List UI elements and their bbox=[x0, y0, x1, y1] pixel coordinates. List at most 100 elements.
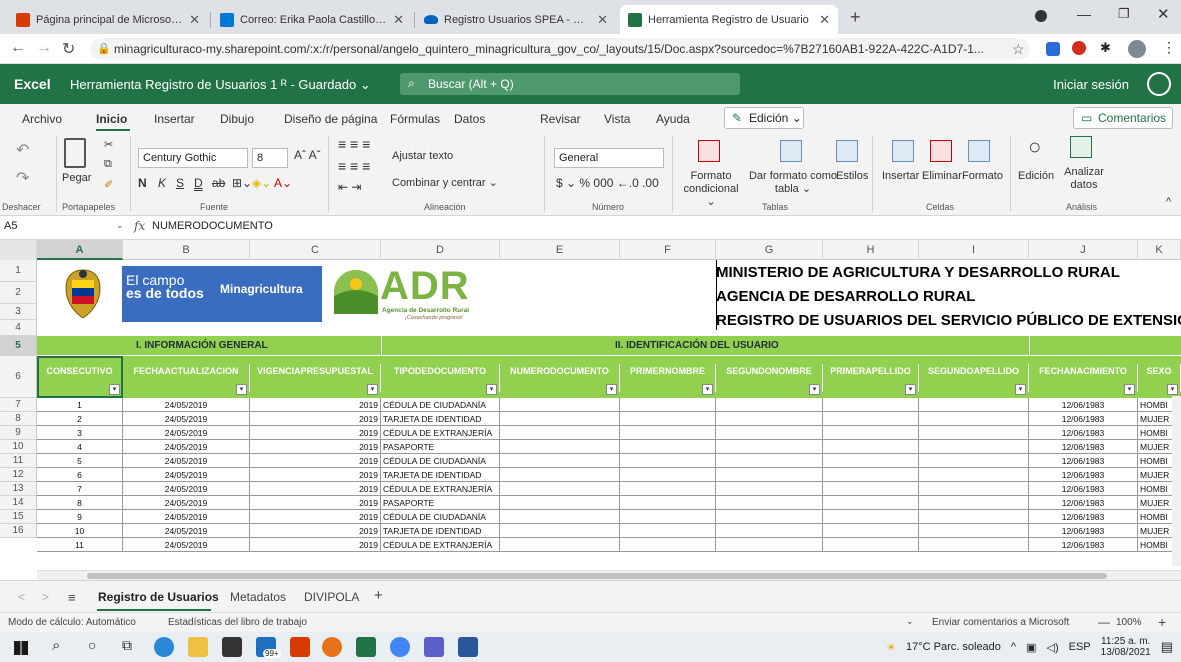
browser-menu-icon[interactable]: ⋮ bbox=[1162, 39, 1176, 56]
table-cell[interactable] bbox=[823, 398, 919, 412]
table-cell[interactable]: 2019 bbox=[250, 482, 381, 496]
firefox-icon[interactable] bbox=[322, 637, 342, 657]
table-cell[interactable]: 7 bbox=[37, 482, 123, 496]
tab-archivo[interactable]: Archivo bbox=[22, 112, 62, 126]
table-cell[interactable] bbox=[716, 412, 823, 426]
table-cell[interactable] bbox=[500, 426, 620, 440]
volume-icon[interactable]: ◁) bbox=[1047, 641, 1059, 654]
indent-icon[interactable]: ⇤ ⇥ bbox=[338, 180, 361, 194]
table-cell[interactable]: 24/05/2019 bbox=[123, 510, 250, 524]
tray-chevron-icon[interactable]: ^ bbox=[1011, 641, 1016, 653]
table-cell[interactable] bbox=[716, 510, 823, 524]
align-left-icon[interactable]: ≡ ≡ ≡ bbox=[338, 158, 370, 174]
table-cell[interactable]: 12/06/1983 bbox=[1029, 412, 1138, 426]
column-header-j[interactable]: J bbox=[1029, 240, 1138, 260]
table-cell[interactable] bbox=[823, 412, 919, 426]
table-cell[interactable]: 1 bbox=[37, 398, 123, 412]
table-cell[interactable] bbox=[919, 524, 1029, 538]
table-cell[interactable]: 2019 bbox=[250, 412, 381, 426]
table-cell[interactable]: TARJETA DE IDENTIDAD bbox=[381, 468, 500, 482]
column-header-d[interactable]: D bbox=[381, 240, 500, 260]
styles-button[interactable]: Estilos bbox=[836, 170, 868, 182]
row-header[interactable]: 11 bbox=[0, 454, 37, 468]
excel-brand[interactable]: Excel bbox=[14, 76, 51, 92]
table-cell[interactable]: 10 bbox=[37, 524, 123, 538]
tab-vista[interactable]: Vista bbox=[604, 112, 630, 126]
new-tab-button[interactable]: + bbox=[850, 7, 861, 28]
table-cell[interactable] bbox=[823, 454, 919, 468]
undo-icon[interactable]: ↶ bbox=[16, 140, 29, 160]
analyze-data-button[interactable]: Analizar datos bbox=[1064, 166, 1104, 192]
table-cell[interactable] bbox=[620, 412, 716, 426]
align-top-icon[interactable]: ≡ ≡ ≡ bbox=[338, 136, 370, 152]
all-sheets-icon[interactable]: ≡ bbox=[68, 590, 76, 605]
reload-icon[interactable]: ↻ bbox=[62, 39, 75, 59]
weather-text[interactable]: 17°C Parc. soleado bbox=[906, 641, 1001, 653]
table-cell[interactable]: 8 bbox=[37, 496, 123, 510]
restore-icon[interactable]: ❐ bbox=[1118, 6, 1130, 22]
word-icon[interactable] bbox=[458, 637, 478, 657]
table-cell[interactable] bbox=[716, 496, 823, 510]
minimize-icon[interactable]: — bbox=[1077, 6, 1091, 22]
filter-dropdown-icon[interactable]: ▾ bbox=[486, 384, 497, 395]
table-cell[interactable]: 12/06/1983 bbox=[1029, 440, 1138, 454]
table-cell[interactable] bbox=[500, 468, 620, 482]
delete-cells-button[interactable]: Eliminar bbox=[922, 170, 962, 182]
filter-dropdown-icon[interactable]: ▾ bbox=[1015, 384, 1026, 395]
table-cell[interactable]: 24/05/2019 bbox=[123, 496, 250, 510]
table-cell[interactable] bbox=[716, 440, 823, 454]
paste-button[interactable]: Pegar bbox=[62, 172, 91, 184]
search-icon[interactable]: ⌕ bbox=[52, 637, 60, 654]
table-cell[interactable] bbox=[919, 468, 1029, 482]
select-all[interactable] bbox=[0, 240, 37, 260]
table-cell[interactable] bbox=[823, 440, 919, 454]
close-icon[interactable]: ✕ bbox=[597, 12, 608, 28]
tab-dibujo[interactable]: Dibujo bbox=[220, 112, 254, 126]
avatar[interactable] bbox=[1128, 40, 1146, 58]
formula-input[interactable]: NUMERODOCUMENTO bbox=[152, 220, 273, 232]
format-painter-icon[interactable]: ✐ bbox=[104, 178, 113, 191]
column-header-c[interactable]: C bbox=[250, 240, 381, 260]
office-extension-icon[interactable] bbox=[1072, 41, 1086, 55]
row-header[interactable]: 7 bbox=[0, 398, 37, 412]
table-cell[interactable]: 24/05/2019 bbox=[123, 440, 250, 454]
table-cell[interactable]: 24/05/2019 bbox=[123, 426, 250, 440]
paste-icon[interactable] bbox=[64, 138, 86, 168]
copy-icon[interactable]: ⧉ bbox=[104, 158, 112, 171]
store-icon[interactable] bbox=[222, 637, 242, 657]
selected-cell-a5[interactable] bbox=[37, 356, 123, 398]
workbook-stats[interactable]: Estadísticas del libro de trabajo bbox=[168, 617, 307, 628]
table-cell[interactable] bbox=[919, 426, 1029, 440]
underline-button[interactable]: S bbox=[176, 176, 184, 190]
star-icon[interactable]: ☆ bbox=[1012, 41, 1025, 58]
table-cell[interactable]: 2019 bbox=[250, 510, 381, 524]
puzzle-icon[interactable]: ✱ bbox=[1100, 40, 1111, 56]
format-cells-button[interactable]: Formato bbox=[962, 170, 1003, 182]
table-cell[interactable] bbox=[500, 496, 620, 510]
table-cell[interactable] bbox=[620, 482, 716, 496]
weather-icon[interactable]: ☀ bbox=[886, 641, 896, 654]
horizontal-scrollbar[interactable] bbox=[37, 570, 1181, 580]
back-icon[interactable]: ← bbox=[10, 39, 26, 57]
table-cell[interactable]: TARJETA DE IDENTIDAD bbox=[381, 524, 500, 538]
browser-tab-office[interactable]: Página principal de Microsoft Offi ✕ bbox=[8, 5, 208, 34]
chevron-down-icon[interactable]: ⌄ bbox=[116, 220, 124, 231]
file-explorer-icon[interactable] bbox=[188, 637, 208, 657]
bold-button[interactable]: N bbox=[138, 176, 147, 190]
zoom-level[interactable]: 100% bbox=[1116, 617, 1142, 628]
prev-sheet-icon[interactable]: < bbox=[18, 590, 25, 604]
table-cell[interactable]: 24/05/2019 bbox=[123, 412, 250, 426]
table-cell[interactable]: CÉDULA DE CIUDADANÍA bbox=[381, 454, 500, 468]
extension-icon[interactable] bbox=[1046, 42, 1060, 56]
row-header[interactable]: 2 bbox=[0, 282, 37, 304]
column-header-a[interactable]: A bbox=[37, 240, 123, 260]
table-cell[interactable]: 12/06/1983 bbox=[1029, 538, 1138, 552]
table-cell[interactable]: CÉDULA DE CIUDADANÍA bbox=[381, 510, 500, 524]
table-cell[interactable]: 12/06/1983 bbox=[1029, 482, 1138, 496]
chevron-down-icon[interactable]: ⌄ bbox=[906, 616, 914, 627]
scrollbar-thumb[interactable] bbox=[87, 573, 1107, 579]
row-header[interactable]: 4 bbox=[0, 320, 37, 336]
editing-button[interactable]: Edición bbox=[1018, 170, 1054, 182]
filter-dropdown-icon[interactable]: ▾ bbox=[1167, 384, 1178, 395]
table-cell[interactable] bbox=[716, 538, 823, 552]
